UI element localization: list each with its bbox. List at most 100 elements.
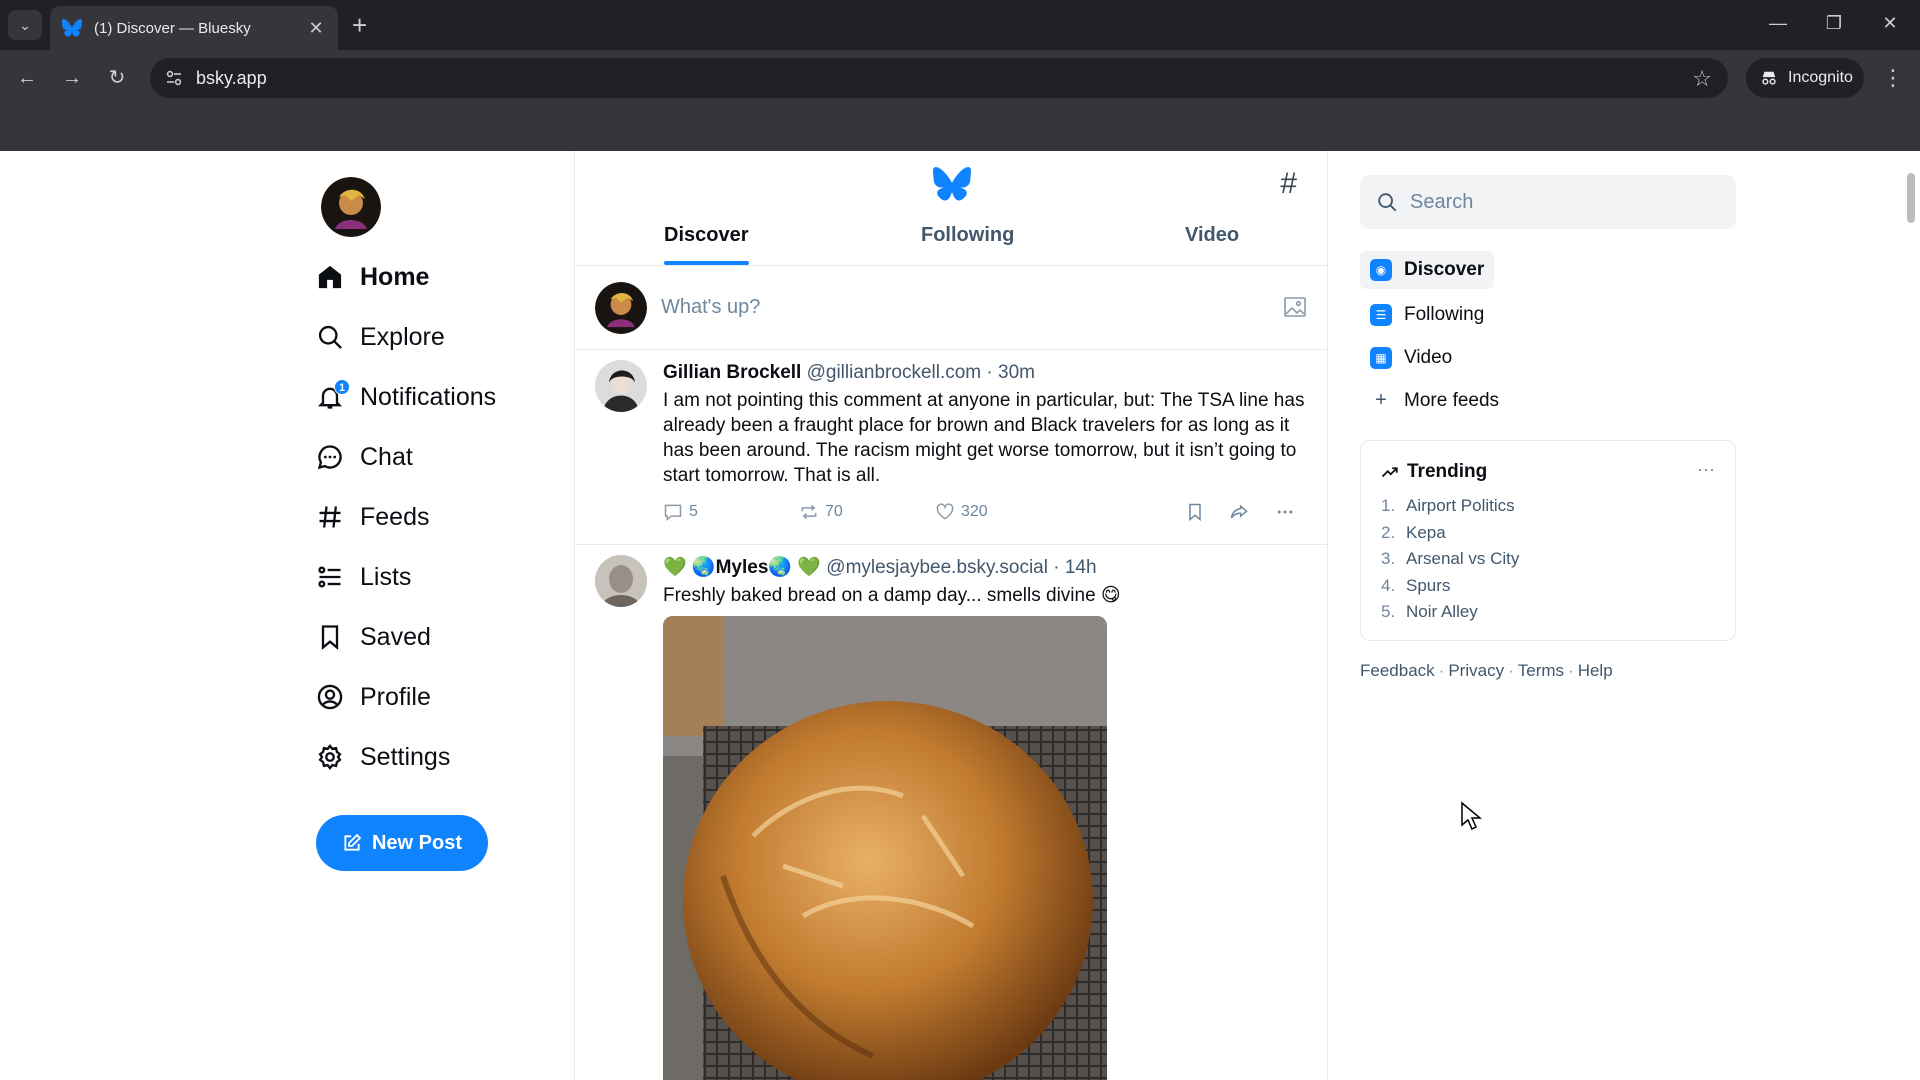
image-icon[interactable] (1283, 295, 1307, 319)
chat-icon (317, 445, 342, 470)
post-composer[interactable]: What's up? (575, 266, 1327, 350)
footer-separator: · (1568, 660, 1574, 680)
trending-item[interactable]: 4. Spurs (1381, 573, 1715, 600)
post-author-handle[interactable]: @mylesjaybee.bsky.social (826, 557, 1048, 578)
post-time[interactable]: 30m (998, 362, 1035, 383)
feed-link-video[interactable]: ▦ Video (1360, 336, 1736, 379)
gear-icon (318, 744, 342, 770)
nav-home[interactable]: Home (316, 247, 566, 307)
notification-badge: 1 (334, 379, 350, 395)
post-author-name[interactable]: Gillian Brockell (663, 362, 801, 383)
nav-settings-label: Settings (360, 742, 451, 771)
composer-placeholder[interactable]: What's up? (661, 296, 760, 319)
feed-link-discover[interactable]: ◉ Discover (1360, 251, 1494, 289)
feed-header: # Discover Following Video (575, 151, 1327, 266)
feeds-hash-icon[interactable]: # (1280, 167, 1297, 201)
nav-chat[interactable]: Chat (316, 427, 566, 487)
nav-profile[interactable]: Profile (316, 667, 566, 727)
trending-list: 1. Airport Politics 2. Kepa 3. Arsenal vs C… (1381, 493, 1715, 626)
minimize-button[interactable]: — (1758, 8, 1798, 38)
trending-title: Trending (1407, 461, 1488, 482)
new-post-label: New Post (371, 831, 463, 854)
nav-explore-label: Explore (360, 322, 445, 351)
close-window-button[interactable]: ✕ (1870, 8, 1910, 38)
post-author-handle[interactable]: @gillianbrockell.com (807, 362, 982, 383)
footer-feedback-link[interactable]: Feedback (1360, 661, 1435, 680)
trending-label: Spurs (1406, 575, 1451, 595)
trending-item[interactable]: 1. Airport Politics (1381, 493, 1715, 520)
bookmark-post-button[interactable] (1185, 502, 1205, 522)
nav-notifications[interactable]: 1 Notifications (316, 367, 566, 427)
post-time[interactable]: 14h (1065, 557, 1097, 578)
feed-post[interactable]: Gillian Brockell @gillianbrockell.com · … (575, 350, 1327, 545)
post-image-bread[interactable] (663, 616, 1107, 1080)
new-post-button[interactable]: New Post (316, 815, 488, 871)
site-settings-icon[interactable] (164, 68, 184, 88)
back-button[interactable]: ← (12, 63, 42, 93)
nav-settings[interactable]: Settings (316, 727, 566, 787)
post-more-button[interactable] (1275, 502, 1295, 522)
repost-count: 70 (825, 503, 843, 520)
trending-panel: Trending ··· 1. Airport Politics 2. Kepa 3… (1360, 440, 1736, 641)
browser-menu-icon[interactable]: ⋮ (1882, 63, 1904, 93)
trending-item[interactable]: 3. Arsenal vs City (1381, 546, 1715, 573)
search-placeholder: Search (1410, 190, 1474, 213)
footer-terms-link[interactable]: Terms (1518, 661, 1564, 680)
bookmark-icon (321, 625, 339, 650)
discover-feed-icon: ◉ (1370, 259, 1392, 281)
forward-button[interactable]: → (57, 63, 87, 93)
post-author-name[interactable]: 💚 🌏Myles🌏 💚 (663, 557, 821, 578)
bread-photo (663, 616, 1107, 1080)
nav-feeds[interactable]: Feeds (316, 487, 566, 547)
feed-link-following[interactable]: ☰ Following (1360, 293, 1736, 336)
footer-help-link[interactable]: Help (1578, 661, 1613, 680)
tab-search-button[interactable]: ⌄ (8, 10, 42, 40)
trending-rank: 1. (1381, 496, 1396, 516)
feed-post[interactable]: 💚 🌏Myles🌏 💚 @mylesjaybee.bsky.social · 1… (575, 545, 1327, 1080)
post-author-avatar[interactable] (595, 360, 647, 412)
search-input[interactable]: Search (1360, 175, 1736, 229)
nav-saved[interactable]: Saved (316, 607, 566, 667)
browser-tab[interactable]: (1) Discover — Bluesky ✕ (50, 6, 338, 50)
like-button[interactable]: 320 (935, 502, 988, 522)
bluesky-logo-icon[interactable] (933, 167, 971, 201)
trending-label: Noir Alley (1406, 602, 1478, 622)
user-avatar[interactable] (321, 177, 381, 237)
nav-explore[interactable]: Explore (316, 307, 566, 367)
search-icon (1378, 193, 1397, 212)
trending-rank: 3. (1381, 549, 1396, 569)
reload-button[interactable]: ↻ (102, 63, 132, 93)
tab-close-icon[interactable]: ✕ (306, 18, 326, 39)
trending-icon (1381, 467, 1398, 478)
feed-link-label: Video (1404, 346, 1453, 368)
tab-discover[interactable]: Discover (664, 205, 749, 265)
bookmark-post-icon (1189, 503, 1201, 522)
post-author-avatar[interactable] (595, 555, 647, 607)
restore-button[interactable]: ❐ (1814, 8, 1854, 38)
address-bar[interactable]: bsky.app ☆ (150, 58, 1728, 98)
page-scrollbar[interactable] (1902, 151, 1920, 1080)
browser-toolbar: ← → ↻ bsky.app ☆ Incognito ⋮ (0, 50, 1920, 106)
url-text[interactable]: bsky.app (196, 68, 267, 89)
trending-more-icon[interactable]: ··· (1697, 459, 1715, 480)
post-header: 💚 🌏Myles🌏 💚 @mylesjaybee.bsky.social · 1… (663, 555, 1307, 581)
bookmark-star-icon[interactable]: ☆ (1692, 66, 1712, 92)
new-tab-button[interactable]: + (352, 10, 367, 40)
trending-rank: 5. (1381, 602, 1396, 622)
trending-item[interactable]: 5. Noir Alley (1381, 599, 1715, 626)
trending-item[interactable]: 2. Kepa (1381, 520, 1715, 547)
incognito-icon (1762, 71, 1776, 85)
scrollbar-thumb[interactable] (1907, 173, 1915, 223)
incognito-indicator[interactable]: Incognito (1746, 58, 1864, 98)
repost-button[interactable]: 70 (799, 502, 843, 522)
more-feeds-link[interactable]: + More feeds (1360, 379, 1736, 422)
share-button[interactable] (1229, 502, 1249, 522)
tab-video[interactable]: Video (1185, 205, 1239, 265)
footer-privacy-link[interactable]: Privacy (1448, 661, 1504, 680)
hash-icon (319, 506, 341, 528)
tab-following[interactable]: Following (921, 205, 1014, 265)
more-feeds-label: More feeds (1404, 389, 1500, 411)
reply-button[interactable]: 5 (663, 502, 698, 522)
nav-lists[interactable]: Lists (316, 547, 566, 607)
reply-count: 5 (689, 503, 698, 520)
